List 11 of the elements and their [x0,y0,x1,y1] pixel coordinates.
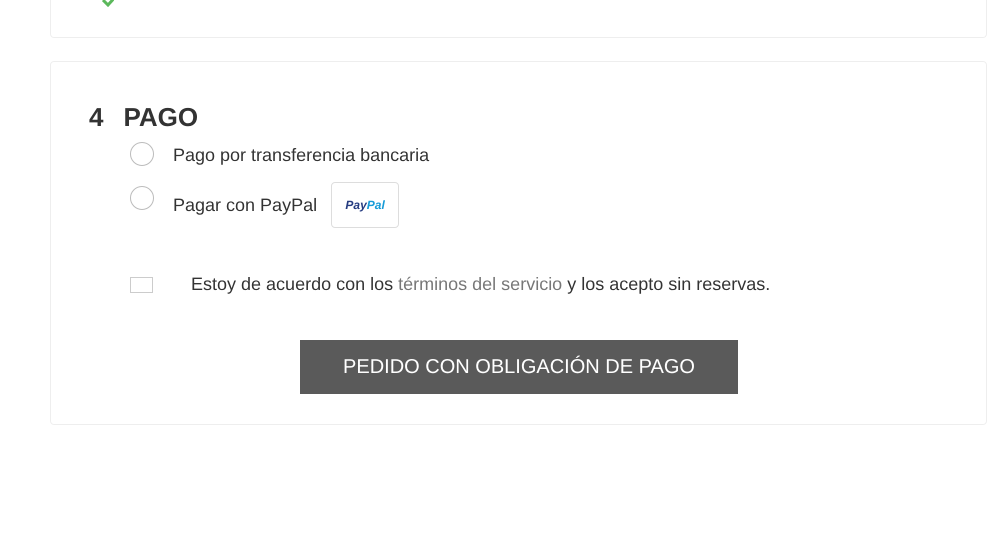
step-title: PAGO [123,101,198,134]
radio-button[interactable] [130,142,154,166]
terms-checkbox[interactable] [130,276,153,292]
radio-button[interactable] [130,186,154,210]
payment-option-label: Pago por transferencia bancaria [173,144,430,167]
step-number: 4 [89,101,104,134]
terms-text: Estoy de acuerdo con los términos del servicio y los acepto sin reservas. [191,273,770,296]
terms-link[interactable]: términos del servicio [398,274,562,294]
place-order-button[interactable]: PEDIDO CON OBLIGACIÓN DE PAGO [300,340,738,394]
paypal-logo: PayPal [331,182,400,228]
payment-option-label: Pagar con PayPal [173,194,318,217]
